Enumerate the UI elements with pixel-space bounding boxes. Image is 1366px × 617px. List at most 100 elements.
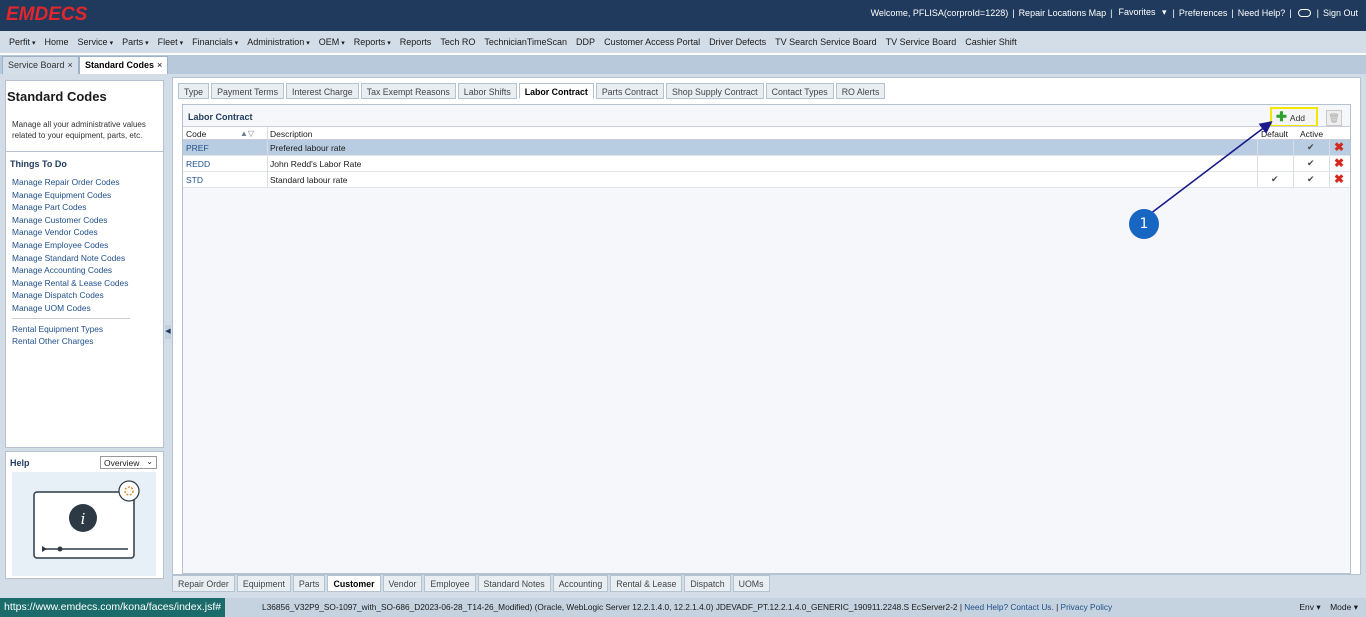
menu-item-label: Financials: [192, 37, 233, 47]
cell-description: Standard labour rate: [270, 175, 348, 185]
todo-link-manage-equipment-codes[interactable]: Manage Equipment Codes: [12, 189, 130, 202]
table-header: Code ▲▽ Description Default Active: [183, 126, 1350, 140]
contact-us-link[interactable]: Need Help? Contact Us.: [964, 602, 1053, 612]
todo-link-manage-customer-codes[interactable]: Manage Customer Codes: [12, 214, 130, 227]
tab-labor-shifts[interactable]: Labor Shifts: [457, 83, 517, 99]
todo-link-manage-standard-note-codes[interactable]: Manage Standard Note Codes: [12, 252, 130, 265]
close-icon[interactable]: ×: [157, 60, 162, 70]
tab-payment-terms[interactable]: Payment Terms: [211, 83, 285, 99]
delete-row-icon[interactable]: ✖: [1334, 141, 1344, 154]
menu-item-service[interactable]: Service ▾: [78, 37, 114, 47]
menu-item-label: Service: [77, 37, 108, 47]
menu-item-techniciantimescan[interactable]: TechnicianTimeScan: [484, 37, 567, 47]
menu-item-ddp[interactable]: DDP: [576, 37, 595, 47]
help-video-thumbnail[interactable]: i: [12, 472, 156, 576]
tab-service-board[interactable]: Service Board ×: [2, 56, 79, 74]
cell-code[interactable]: REDD: [186, 159, 210, 169]
code-type-tabs: Type Payment Terms Interest Charge Tax Exem…: [178, 83, 887, 99]
privacy-policy-link[interactable]: Privacy Policy: [1061, 602, 1113, 612]
delete-button[interactable]: 🗑: [1326, 110, 1342, 126]
bottom-tab-vendor[interactable]: Vendor: [382, 575, 423, 592]
menu-item-home[interactable]: Home: [45, 37, 69, 47]
bottom-tab-standard-notes[interactable]: Standard Notes: [477, 575, 551, 592]
add-button[interactable]: ✚ Add: [1270, 107, 1318, 127]
tab-interest-charge[interactable]: Interest Charge: [286, 83, 359, 99]
menu-item-cashier-shift[interactable]: Cashier Shift: [965, 37, 1017, 47]
active-check-icon: ✔: [1307, 158, 1315, 168]
env-menu[interactable]: Env ▾: [1299, 602, 1320, 612]
menu-item-customer-access-portal[interactable]: Customer Access Portal: [604, 37, 700, 47]
labor-contract-section: Labor Contract ✚ Add 🗑 Code ▲▽ Descriptio…: [182, 104, 1351, 574]
bottom-tab-repair-order[interactable]: Repair Order: [172, 575, 235, 592]
todo-link-manage-uom-codes[interactable]: Manage UOM Codes: [12, 302, 130, 315]
column-divider: [1329, 172, 1330, 187]
menu-item-parts[interactable]: Parts ▾: [122, 37, 149, 47]
tab-ro-alerts[interactable]: RO Alerts: [835, 83, 886, 99]
menu-item-driver-defects[interactable]: Driver Defects: [709, 37, 766, 47]
menu-item-administration[interactable]: Administration ▾: [247, 37, 310, 47]
main-panel: Type Payment Terms Interest Charge Tax Exem…: [172, 77, 1361, 575]
menu-item-tv-search-service-board[interactable]: TV Search Service Board: [775, 37, 877, 47]
column-header-description[interactable]: Description: [270, 129, 313, 139]
collapse-left-panel-handle[interactable]: ◀: [165, 325, 171, 339]
todo-link-rental-other-charges[interactable]: Rental Other Charges: [12, 335, 130, 348]
cell-code[interactable]: PREF: [186, 143, 209, 153]
repair-locations-link[interactable]: Repair Locations Map: [1017, 8, 1109, 18]
bottom-tab-customer[interactable]: Customer: [327, 575, 381, 592]
bottom-tab-parts[interactable]: Parts: [292, 575, 326, 592]
close-icon[interactable]: ×: [68, 60, 73, 70]
menu-item-tech-ro[interactable]: Tech RO: [440, 37, 475, 47]
status-pill-icon[interactable]: [1297, 8, 1311, 17]
table-row[interactable]: REDD John Redd's Labor Rate ✔ ✖: [183, 156, 1350, 172]
todo-link-manage-dispatch-codes[interactable]: Manage Dispatch Codes: [12, 289, 130, 302]
help-topic-select[interactable]: Overview ⌄: [100, 456, 157, 469]
bottom-tab-rental-lease[interactable]: Rental & Lease: [610, 575, 683, 592]
todo-link-manage-employee-codes[interactable]: Manage Employee Codes: [12, 239, 130, 252]
tab-type[interactable]: Type: [178, 83, 210, 99]
menu-item-oem[interactable]: OEM ▾: [319, 37, 345, 47]
cell-code[interactable]: STD: [186, 175, 203, 185]
column-divider: [1257, 140, 1258, 155]
todo-link-rental-equipment-types[interactable]: Rental Equipment Types: [12, 323, 130, 336]
menu-item-label: Cashier Shift: [965, 37, 1017, 47]
tab-standard-codes[interactable]: Standard Codes ×: [79, 56, 169, 74]
menu-item-perfit[interactable]: Perfit ▾: [9, 37, 36, 47]
todo-link-manage-part-codes[interactable]: Manage Part Codes: [12, 201, 130, 214]
menu-item-tv-service-board[interactable]: TV Service Board: [886, 37, 957, 47]
table-row[interactable]: STD Standard labour rate ✔ ✔ ✖: [183, 172, 1350, 188]
status-build-info: L36856_V32P9_SO-1097_with_SO-686_D2023-0…: [262, 602, 1112, 612]
column-header-code[interactable]: Code: [186, 129, 206, 139]
column-header-default[interactable]: Default: [1261, 129, 1288, 139]
tab-parts-contract[interactable]: Parts Contract: [595, 83, 665, 99]
menu-item-reports[interactable]: Reports ▾: [354, 37, 391, 47]
table-row[interactable]: PREF Prefered labour rate ✔ ✖: [183, 140, 1350, 156]
sign-out-link[interactable]: Sign Out: [1321, 8, 1360, 18]
favorites-menu[interactable]: Favorites ▾: [1114, 7, 1170, 18]
bottom-tab-equipment[interactable]: Equipment: [236, 575, 291, 592]
tab-tax-exempt-reasons[interactable]: Tax Exempt Reasons: [360, 83, 456, 99]
emdecs-logo[interactable]: EMDECS: [6, 4, 87, 26]
todo-link-manage-repair-order-codes[interactable]: Manage Repair Order Codes: [12, 176, 130, 189]
menu-item-reports[interactable]: Reports: [400, 37, 432, 47]
tab-contact-types[interactable]: Contact Types: [765, 83, 834, 99]
menu-item-financials[interactable]: Financials ▾: [192, 37, 238, 47]
need-help-link[interactable]: Need Help?: [1236, 8, 1288, 18]
menu-item-fleet[interactable]: Fleet ▾: [158, 37, 184, 47]
preferences-link[interactable]: Preferences: [1177, 8, 1230, 18]
todo-link-manage-accounting-codes[interactable]: Manage Accounting Codes: [12, 264, 130, 277]
delete-row-icon[interactable]: ✖: [1334, 173, 1344, 186]
sort-icon[interactable]: ▲▽: [240, 129, 254, 138]
mode-menu[interactable]: Mode ▾: [1330, 602, 1358, 612]
bottom-tab-accounting[interactable]: Accounting: [552, 575, 609, 592]
bottom-tab-employee[interactable]: Employee: [424, 575, 476, 592]
chevron-down-icon: ▾: [234, 40, 239, 47]
todo-link-manage-rental-lease-codes[interactable]: Manage Rental & Lease Codes: [12, 277, 130, 290]
column-header-active[interactable]: Active: [1300, 129, 1323, 139]
chevron-down-icon: ▾: [1162, 7, 1167, 17]
tab-shop-supply-contract[interactable]: Shop Supply Contract: [666, 83, 764, 99]
bottom-tab-dispatch[interactable]: Dispatch: [684, 575, 731, 592]
bottom-tab-uoms[interactable]: UOMs: [732, 575, 770, 592]
todo-link-manage-vendor-codes[interactable]: Manage Vendor Codes: [12, 226, 130, 239]
tab-labor-contract[interactable]: Labor Contract: [518, 83, 594, 99]
delete-row-icon[interactable]: ✖: [1334, 157, 1344, 170]
